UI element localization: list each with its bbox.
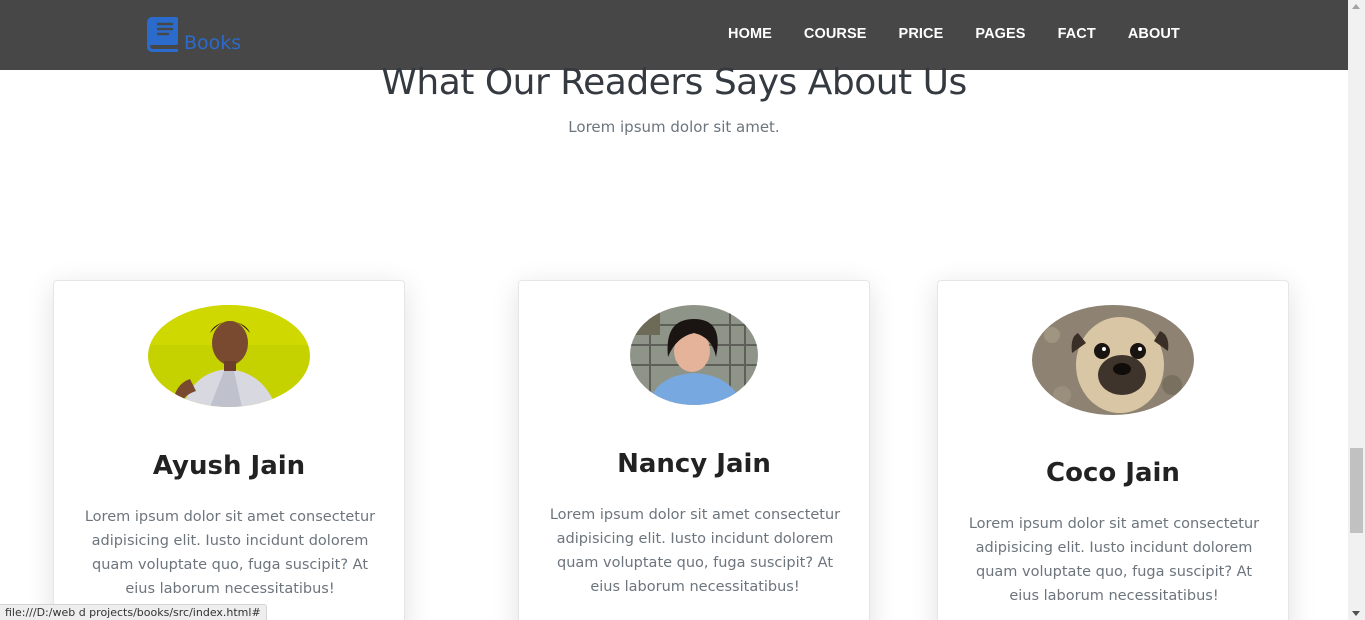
status-bar-url: file:///D:/web d projects/books/src/inde… — [0, 604, 267, 620]
nav-course[interactable]: COURSE — [804, 26, 867, 42]
book-icon — [147, 17, 178, 52]
navbar: Books HOME COURSE PRICE PAGES FACT ABOUT — [0, 0, 1348, 70]
section-title: What Our Readers Says About Us — [381, 62, 967, 103]
brand-name: Books — [184, 32, 242, 54]
scroll-up-arrow-icon[interactable] — [1352, 4, 1360, 9]
review-text: Lorem ipsum dolor sit amet consectetur a… — [968, 516, 1260, 604]
avatar — [630, 305, 758, 405]
reviewer-name: Coco Jain — [1046, 458, 1180, 488]
scroll-down-arrow-icon[interactable] — [1352, 611, 1360, 616]
nav-pages[interactable]: PAGES — [975, 26, 1025, 42]
nav-fact[interactable]: FACT — [1058, 26, 1096, 42]
scrollbar-thumb[interactable] — [1350, 448, 1363, 533]
testimonial-card: Ayush Jain Lorem ipsum dolor sit amet co… — [53, 280, 405, 620]
avatar — [148, 305, 310, 407]
brand-link[interactable]: Books — [142, 16, 242, 54]
nav-menu: HOME COURSE PRICE PAGES FACT ABOUT — [728, 26, 1212, 42]
section-subtitle: Lorem ipsum dolor sit amet. — [568, 118, 780, 136]
nav-home[interactable]: HOME — [728, 26, 772, 42]
review-text: Lorem ipsum dolor sit amet consectetur a… — [84, 509, 376, 597]
review-text: Lorem ipsum dolor sit amet consectetur a… — [549, 507, 841, 595]
nav-price[interactable]: PRICE — [899, 26, 944, 42]
testimonial-card: Nancy Jain Lorem ipsum dolor sit amet co… — [518, 280, 870, 620]
avatar — [1032, 305, 1194, 415]
testimonial-card: Coco Jain Lorem ipsum dolor sit amet con… — [937, 280, 1289, 620]
nav-about[interactable]: ABOUT — [1128, 26, 1180, 42]
vertical-scrollbar[interactable] — [1348, 0, 1365, 620]
reviewer-name: Nancy Jain — [617, 449, 771, 479]
reviewer-name: Ayush Jain — [152, 451, 306, 481]
